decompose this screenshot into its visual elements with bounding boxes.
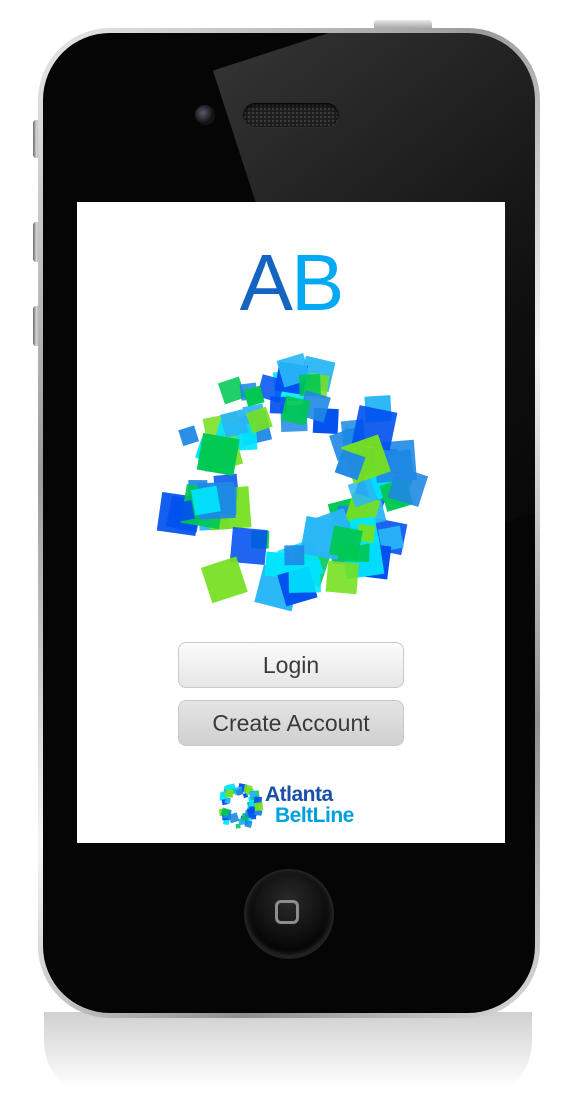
app-logo-title: AB	[77, 238, 505, 328]
ring-square	[178, 425, 200, 447]
login-button[interactable]: Login	[178, 642, 404, 688]
ring-square	[325, 560, 360, 595]
device-reflection	[44, 1012, 532, 1101]
atlanta-beltline-logo: Atlanta BeltLine	[213, 780, 373, 836]
ring-squares	[156, 353, 429, 612]
ring-square	[172, 500, 195, 523]
home-square-icon	[275, 900, 299, 924]
create-account-button[interactable]: Create Account	[178, 700, 404, 746]
ring-square	[388, 449, 414, 475]
ring-square	[280, 395, 311, 426]
ring-square	[284, 545, 305, 566]
earpiece-speaker	[243, 103, 339, 127]
ring-square	[328, 525, 363, 560]
brand-line-2: BeltLine	[275, 804, 354, 827]
brand-line-1: Atlanta	[265, 783, 333, 806]
beltline-ring-logo-icon	[156, 353, 429, 612]
app-screen: AB Login Create Account Atlanta BeltLine	[77, 202, 505, 843]
device-stage: AB Login Create Account Atlanta BeltLine	[0, 0, 576, 1101]
app-title-b: B	[291, 238, 344, 327]
home-button[interactable]	[246, 871, 332, 957]
ring-square	[288, 560, 321, 593]
beltline-small-ring-icon	[219, 783, 264, 829]
app-title-a: A	[239, 238, 293, 327]
ring-square	[196, 432, 240, 476]
ring-square	[224, 788, 234, 798]
ring-square	[254, 802, 264, 812]
front-camera-icon	[195, 105, 215, 125]
ring-square	[200, 556, 248, 604]
ring-square	[190, 485, 221, 516]
brand-wordmark: Atlanta BeltLine	[265, 784, 354, 826]
